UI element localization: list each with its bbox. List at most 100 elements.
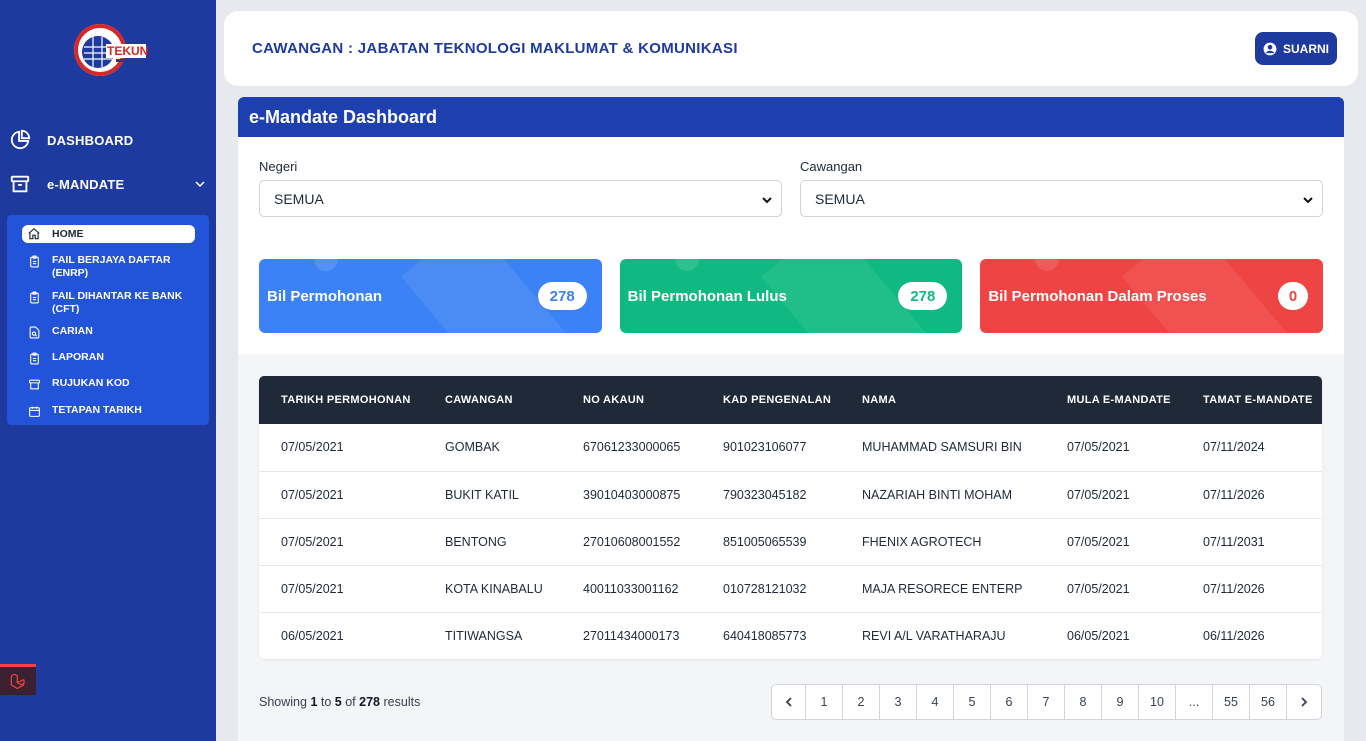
table-cell: 010728121032	[701, 565, 840, 613]
sidebar-item-rujukan-kod[interactable]: RUJUKAN KOD	[7, 374, 209, 394]
cawangan-selected-value: SEMUA	[815, 190, 865, 207]
stat-cards: Bil Permohonan 278 Bil Permohonan Lulus …	[259, 259, 1324, 333]
table-cell: 07/11/2024	[1181, 424, 1322, 472]
table-cell: GOMBAK	[423, 424, 561, 472]
decoration	[674, 259, 699, 271]
table-cell: 07/05/2021	[259, 518, 423, 566]
table-row[interactable]: 07/05/2021 GOMBAK 67061233000065 9010231…	[259, 424, 1322, 472]
negeri-label: Negeri	[259, 159, 298, 174]
page-button[interactable]: 3	[880, 685, 917, 719]
sidebar-item-home[interactable]: HOME	[22, 225, 195, 243]
table-cell: 39010403000875	[561, 471, 701, 519]
sidebar-item-laporan[interactable]: LAPORAN	[7, 348, 209, 368]
top-header: CAWANGAN : JABATAN TEKNOLOGI MAKLUMAT & …	[224, 11, 1358, 86]
applications-table-wrapper: TARIKH PERMOHONAN CAWANGAN NO AKAUN KAD …	[259, 376, 1322, 659]
sidebar-item-label: CARIAN	[52, 325, 93, 337]
table-cell: 07/05/2021	[1045, 471, 1181, 519]
table-cell: TITIWANGSA	[445, 628, 523, 643]
table-cell: BUKIT KATIL	[423, 471, 561, 519]
table-cell: 790323045182	[701, 471, 840, 519]
table-cell: 67061233000065	[561, 424, 701, 472]
prev-page-button[interactable]	[772, 685, 806, 719]
sidebar-item-label: RUJUKAN KOD	[52, 377, 130, 389]
cawangan-select[interactable]: SEMUA	[800, 180, 1323, 217]
chevron-right-icon	[1301, 697, 1308, 707]
page-button[interactable]: 4	[917, 685, 954, 719]
tekun-logo[interactable]: TEKUN	[72, 22, 150, 80]
results-summary: Showing 1 to 5 of 278 results	[259, 695, 420, 709]
table-cell: 06/05/2021	[281, 628, 344, 643]
chevron-down-icon	[761, 193, 773, 205]
stat-count-badge: 0	[1278, 282, 1309, 310]
stat-card-dalam-proses[interactable]: Bil Permohonan Dalam Proses 0	[980, 259, 1324, 333]
summary-total: 278	[359, 695, 381, 709]
archive-box-icon	[8, 172, 32, 196]
table-row[interactable]: 06/05/2021 TITIWANGSA 27011434000173 640…	[259, 612, 1322, 659]
table-cell: KOTA KINABALU	[423, 565, 561, 613]
stat-label: Bil Permohonan Lulus	[627, 287, 787, 305]
col-header: CAWANGAN	[445, 394, 513, 406]
dashboard-card: e-Mandate Dashboard Negeri SEMUA Cawanga…	[238, 97, 1344, 741]
negeri-select[interactable]: SEMUA	[259, 180, 782, 217]
table-row[interactable]: 07/05/2021 KOTA KINABALU 40011033001162 …	[259, 565, 1322, 613]
table-cell: 07/11/2026	[1181, 565, 1322, 613]
user-menu-button[interactable]: SUARNI	[1254, 32, 1337, 65]
chevron-left-icon	[785, 697, 792, 707]
clipboard-icon	[27, 351, 41, 365]
page-button[interactable]: 10	[1139, 685, 1176, 719]
e-mandate-submenu: HOME FAIL BERJAYA DAFTAR (ENRP) FAIL DIH…	[7, 215, 209, 425]
nav-dashboard[interactable]: DASHBOARD	[0, 118, 216, 162]
search-document-icon	[27, 325, 41, 339]
sidebar-item-fail-dihantar[interactable]: FAIL DIHANTAR KE BANK (CFT)	[7, 287, 209, 319]
nav-dashboard-label: DASHBOARD	[47, 132, 134, 148]
filters: Negeri SEMUA Cawangan SEMUA	[259, 159, 1323, 217]
page-button[interactable]: 6	[991, 685, 1028, 719]
pagination-row: Showing 1 to 5 of 278 results 1 2 3 4 5 …	[259, 684, 1322, 720]
page-button[interactable]: 9	[1102, 685, 1139, 719]
next-page-button[interactable]	[1287, 685, 1321, 719]
table-cell: NAZARIAH BINTI MOHAM	[840, 471, 1045, 519]
table-cell: 901023106077	[701, 424, 840, 472]
chevron-down-icon[interactable]	[194, 178, 206, 190]
clipboard-icon	[27, 254, 41, 268]
sidebar: TEKUN DASHBOARD e-MANDATE HOME FAIL BERJ…	[0, 0, 216, 741]
stat-count-badge: 278	[898, 282, 948, 310]
table-row[interactable]: 07/05/2021 BUKIT KATIL 39010403000875 79…	[259, 471, 1322, 519]
laravel-debugbar-icon[interactable]	[0, 664, 36, 695]
page-button[interactable]: 8	[1065, 685, 1102, 719]
sidebar-item-label: FAIL DIHANTAR KE BANK (CFT)	[52, 290, 183, 315]
col-header: NO AKAUN	[583, 394, 645, 406]
page-button[interactable]: 1	[806, 685, 843, 719]
sidebar-item-fail-berjaya-daftar[interactable]: FAIL BERJAYA DAFTAR (ENRP)	[7, 251, 209, 283]
summary-to: 5	[334, 695, 342, 709]
decoration	[1122, 259, 1294, 333]
sidebar-item-label: FAIL BERJAYA DAFTAR (ENRP)	[52, 254, 171, 279]
pie-chart-icon	[8, 128, 32, 152]
calendar-icon	[27, 404, 41, 418]
page-button[interactable]: 56	[1250, 685, 1287, 719]
table-cell: 06/11/2026	[1203, 628, 1265, 643]
page-button[interactable]: 2	[843, 685, 880, 719]
negeri-selected-value: SEMUA	[274, 190, 324, 207]
table-cell: FHENIX AGROTECH	[840, 518, 1045, 566]
sidebar-panel: TEKUN DASHBOARD e-MANDATE HOME FAIL BERJ…	[0, 0, 216, 694]
summary-from: 1	[310, 695, 318, 709]
table-cell: 07/05/2021	[259, 565, 423, 613]
stat-card-lulus[interactable]: Bil Permohonan Lulus 278	[619, 259, 963, 333]
nav-e-mandate[interactable]: e-MANDATE	[0, 162, 216, 206]
sidebar-item-carian[interactable]: CARIAN	[7, 322, 209, 342]
page-button[interactable]: 55	[1213, 685, 1250, 719]
home-icon	[27, 227, 41, 241]
stat-card-bil-permohonan[interactable]: Bil Permohonan 278	[259, 259, 602, 333]
stat-count-badge: 278	[537, 282, 587, 310]
col-header: TARIKH PERMOHONAN	[281, 394, 411, 406]
summary-text: to	[320, 695, 332, 709]
sidebar-bottom	[0, 694, 216, 741]
table-cell: 07/05/2021	[1045, 518, 1181, 566]
sidebar-item-tetapan-tarikh[interactable]: TETAPAN TARIKH	[7, 401, 209, 421]
page-button[interactable]: 5	[954, 685, 991, 719]
table-cell: MUHAMMAD SAMSURI BIN	[840, 424, 1045, 472]
page-button[interactable]: 7	[1028, 685, 1065, 719]
table-row[interactable]: 07/05/2021 BENTONG 27010608001552 851005…	[259, 518, 1322, 566]
logo-text: TEKUN	[107, 44, 148, 58]
